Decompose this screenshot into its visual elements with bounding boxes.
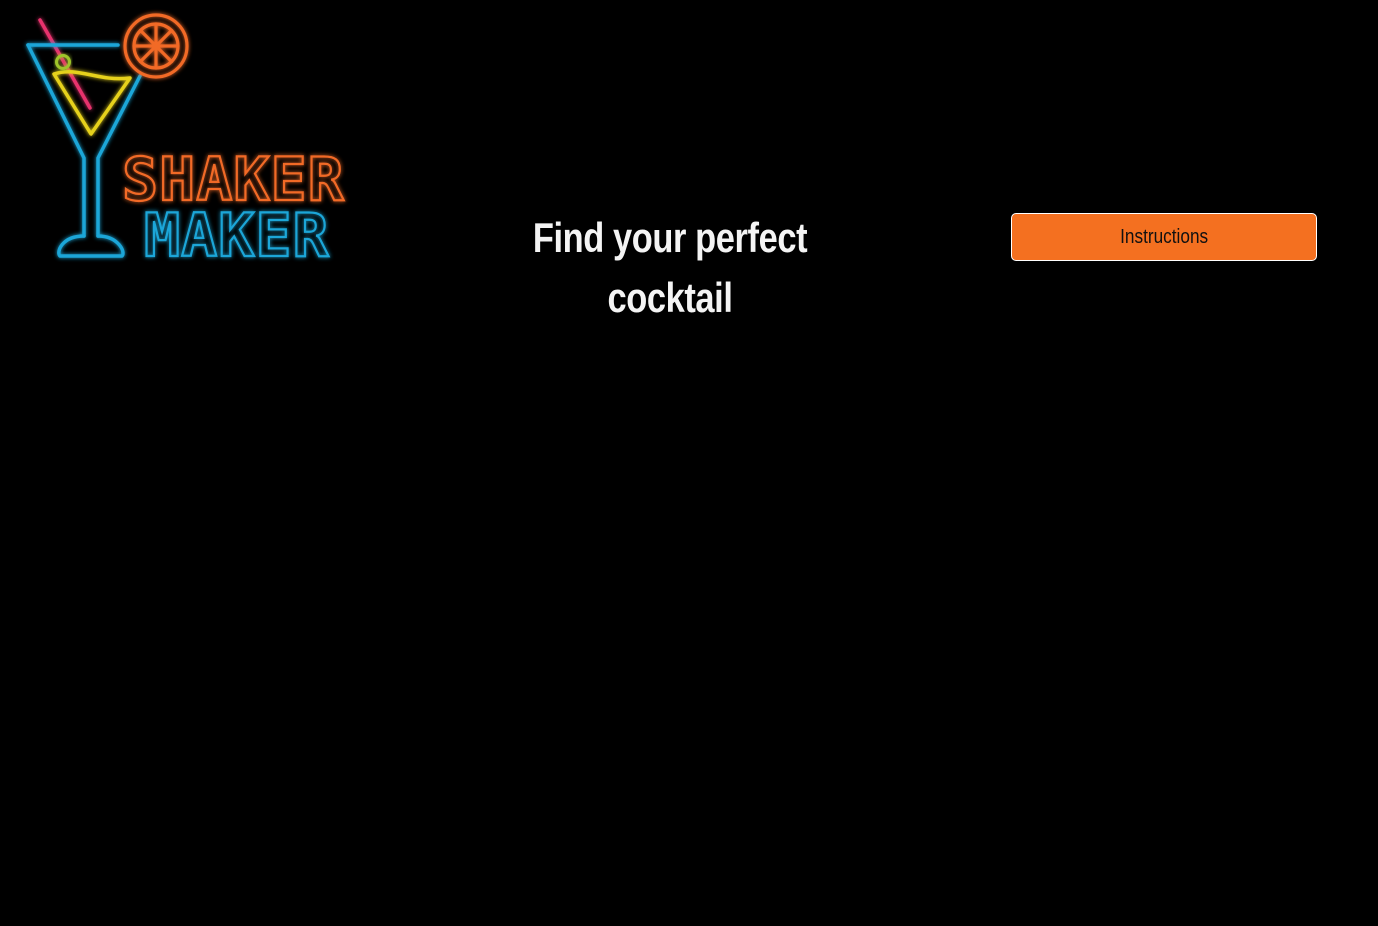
page-title: Find your perfect cocktail <box>532 214 808 321</box>
shaker-maker-logo[interactable]: SHAKER MAKER <box>18 8 345 272</box>
page-header: SHAKER MAKER Find your perfect cocktail … <box>0 0 1378 321</box>
instructions-button[interactable]: Instructions <box>1011 213 1317 261</box>
instructions-button-label: Instructions <box>1120 225 1208 248</box>
logo-word-maker: MAKER <box>144 201 330 271</box>
cocktail-glass-icon: SHAKER MAKER <box>26 13 345 272</box>
